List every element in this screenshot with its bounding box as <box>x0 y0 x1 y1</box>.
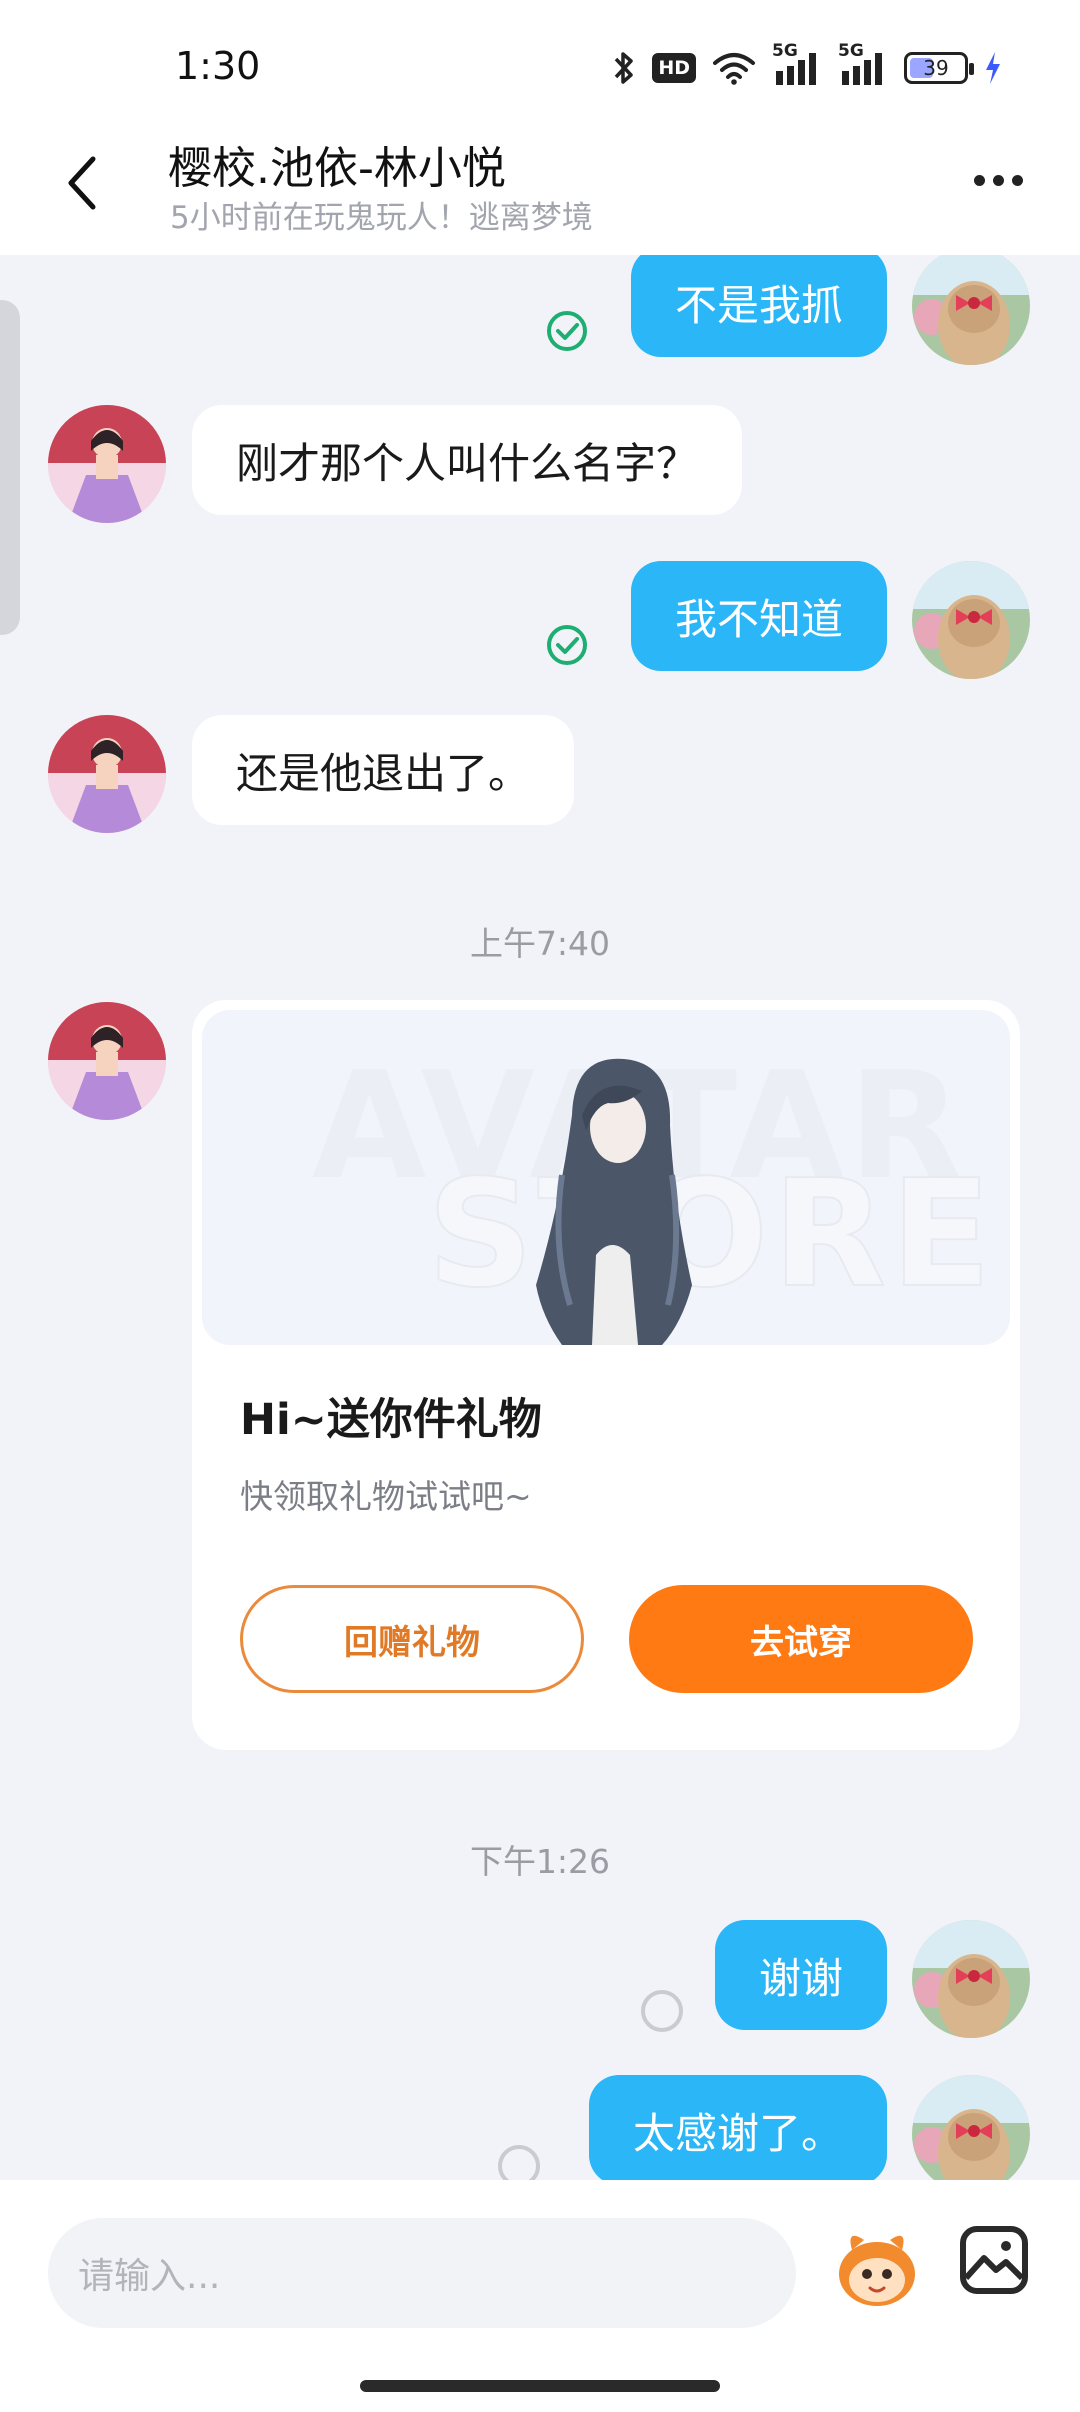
signal-bars-2-icon <box>842 53 882 85</box>
signal-2: 5G <box>838 41 888 87</box>
message-timestamp: 下午1:26 <box>469 1842 611 1881</box>
gift-description: 快领取礼物试试吧~ <box>240 1477 532 1516</box>
message-row: 不是我抓 <box>0 255 1080 377</box>
message-timestamp: 上午7:40 <box>469 924 611 963</box>
message-input[interactable]: 请输入... <box>48 2218 796 2328</box>
try-on-button[interactable]: 去试穿 <box>629 1585 973 1693</box>
contact-name[interactable]: 樱校.池依-林小悦 <box>168 132 506 196</box>
bluetooth-icon <box>615 52 634 84</box>
contact-avatar[interactable] <box>48 405 166 523</box>
status-icons: HD 5G 5G 39 <box>612 41 1002 92</box>
read-check-icon <box>545 309 589 353</box>
gift-title: Hi~送你件礼物 <box>240 1395 542 1445</box>
message-bubble-sent[interactable]: 我不知道 <box>630 561 887 671</box>
read-check-icon <box>545 623 589 667</box>
image-icon <box>960 2226 1028 2294</box>
message-row: 刚才那个人叫什么名字？ <box>0 405 1080 535</box>
chat-header: 樱校.池依-林小悦 5小时前在玩鬼玩人！逃离梦境 <box>0 120 1080 255</box>
my-avatar[interactable] <box>912 561 1030 679</box>
my-avatar[interactable] <box>912 255 1030 365</box>
contact-status: 5小时前在玩鬼玩人！逃离梦境 <box>170 200 593 236</box>
status-time: 1:30 <box>175 44 261 88</box>
status-bar: 1:30 HD 5G 5G 39 <box>0 0 1080 120</box>
more-options-button[interactable] <box>958 160 1038 200</box>
wifi-icon <box>713 53 755 85</box>
my-avatar[interactable] <box>912 2075 1030 2180</box>
home-indicator[interactable] <box>360 2380 720 2392</box>
more-dot-icon <box>973 174 985 186</box>
image-picker-button[interactable] <box>958 2224 1030 2296</box>
contact-avatar[interactable] <box>48 1002 166 1120</box>
chat-screen: 1:30 HD 5G 5G 39 樱校.池依-林小悦 5小时前在玩鬼玩人！逃离梦… <box>0 0 1080 2412</box>
message-row: 我不知道 <box>0 561 1080 691</box>
more-dot-icon <box>992 174 1004 186</box>
message-bubble-received[interactable]: 还是他退出了。 <box>192 715 575 825</box>
contact-avatar[interactable] <box>48 715 166 833</box>
signal-bars-1-icon <box>776 53 816 85</box>
message-list[interactable]: 不是我抓 刚才那个人叫什么名字？ 我不知道 还是他退出了。 上午7:40 STO… <box>0 255 1080 2180</box>
gift-preview-image[interactable]: AVATAR STORE <box>202 1010 1010 1345</box>
avatar-store-watermark: STORE <box>426 1147 996 1321</box>
signal-1: 5G <box>772 41 822 87</box>
message-bubble-received[interactable]: 刚才那个人叫什么名字？ <box>192 405 743 515</box>
emoji-sticker-button[interactable] <box>832 2220 922 2310</box>
message-row: 还是他退出了。 <box>0 715 1080 845</box>
message-row: 太感谢了。 <box>0 2075 1080 2180</box>
hairstyle-figure-icon <box>536 1058 692 1345</box>
battery-level: 39 <box>923 56 949 80</box>
gift-card[interactable]: AVATAR STORE Hi~送你件礼物 快领取礼物试试吧~ 回赠礼物 去试穿 <box>192 1000 1020 1750</box>
sending-status-icon <box>498 2145 540 2180</box>
charging-icon <box>986 52 1000 84</box>
back-button[interactable] <box>52 150 112 216</box>
hd-label: HD <box>658 57 690 79</box>
message-row: 谢谢 <box>0 1920 1080 2050</box>
battery-icon: 39 <box>904 52 974 84</box>
message-bubble-sent[interactable]: 太感谢了。 <box>588 2075 887 2180</box>
input-placeholder: 请输入... <box>78 2256 221 2297</box>
hd-icon: HD <box>652 53 696 83</box>
more-dot-icon <box>1011 174 1023 186</box>
message-bubble-sent[interactable]: 谢谢 <box>714 1920 887 2030</box>
message-bubble-sent[interactable]: 不是我抓 <box>630 255 887 357</box>
my-avatar[interactable] <box>912 1920 1030 2038</box>
return-gift-button[interactable]: 回赠礼物 <box>240 1585 584 1693</box>
chevron-left-icon <box>68 156 96 210</box>
sending-status-icon <box>641 1990 683 2032</box>
mascot-emoji-icon <box>839 2235 915 2306</box>
input-bar: 请输入... <box>0 2180 1080 2412</box>
